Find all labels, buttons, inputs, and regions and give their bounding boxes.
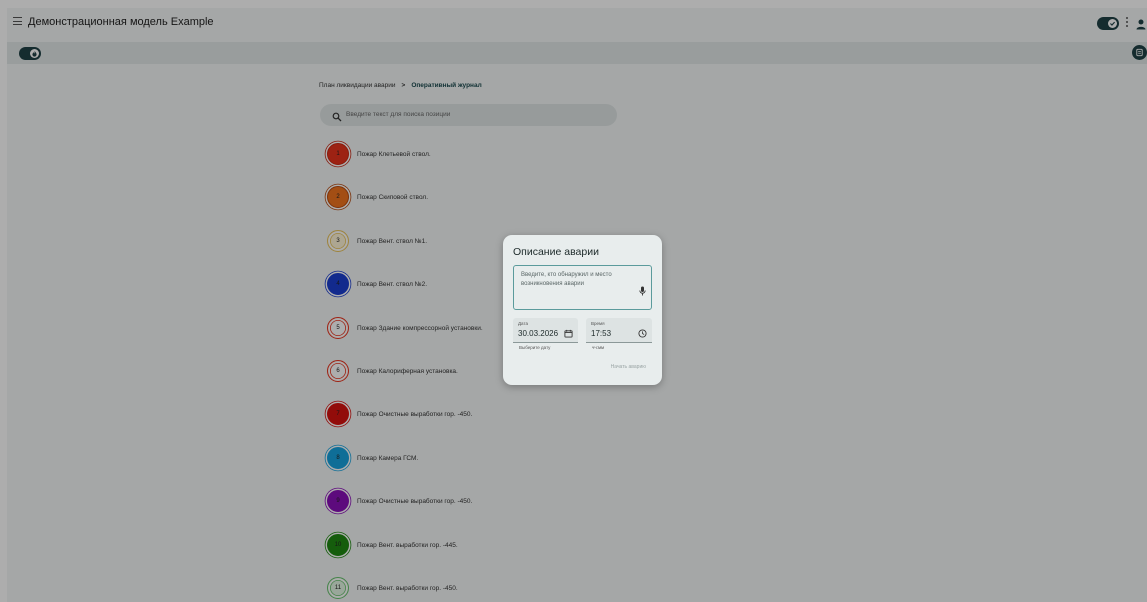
start-incident-button[interactable]: Начать аварию [611, 364, 646, 370]
description-input[interactable]: Введите, кто обнаружил и место возникнов… [513, 265, 652, 310]
date-hint: Выберите дату [519, 345, 551, 350]
time-field[interactable]: Время 17:53 [586, 318, 652, 343]
incident-dialog: Описание аварии Введите, кто обнаружил и… [503, 235, 662, 385]
time-hint: чч:мм [592, 345, 605, 350]
clock-icon[interactable] [638, 325, 647, 338]
dialog-title: Описание аварии [513, 246, 599, 258]
calendar-icon[interactable] [564, 325, 573, 338]
date-label: Дата [518, 321, 528, 326]
time-value: 17:53 [591, 329, 612, 338]
date-field[interactable]: Дата 30.03.2026 [513, 318, 578, 343]
date-value: 30.03.2026 [518, 329, 559, 338]
time-label: Время [591, 321, 605, 326]
microphone-icon[interactable] [639, 283, 646, 296]
description-placeholder: Введите, кто обнаружил и место возникнов… [521, 272, 612, 287]
